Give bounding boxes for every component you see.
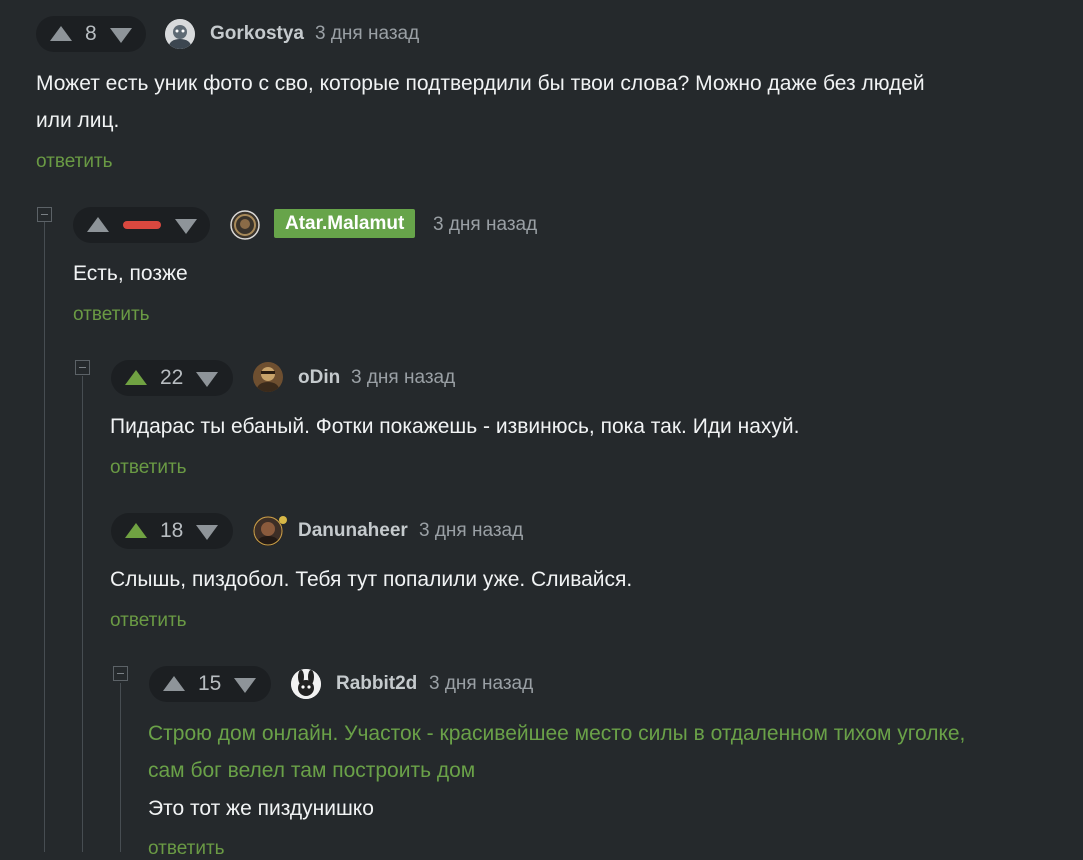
downvote-icon[interactable] xyxy=(234,678,257,693)
quoted-text: Строю дом онлайн. Участок - красивейшее … xyxy=(148,715,1078,789)
timestamp: 3 дня назад xyxy=(433,214,538,235)
reply-link[interactable]: ответить xyxy=(73,304,150,326)
reply-link[interactable]: ответить xyxy=(110,610,187,632)
collapse-thread-button[interactable] xyxy=(113,666,128,681)
comment-text: Пидарас ты ебаный. Фотки покажешь - изви… xyxy=(110,415,800,438)
collapse-thread-button[interactable] xyxy=(37,207,52,222)
vote-widget: 22 xyxy=(111,360,233,396)
comment-text: Может есть уник фото с сво, которые подт… xyxy=(36,65,1036,139)
upvote-icon[interactable] xyxy=(163,675,185,691)
comment-text: Есть, позже xyxy=(73,262,188,285)
avatar[interactable] xyxy=(253,362,283,392)
thread-line xyxy=(120,683,121,852)
username[interactable]: Gorkostya xyxy=(210,23,304,45)
reply-link[interactable]: ответить xyxy=(148,838,225,860)
comment-text: Слышь, пиздобол. Тебя тут попалили уже. … xyxy=(110,568,633,591)
score: 22 xyxy=(160,366,184,389)
downvote-icon[interactable] xyxy=(109,28,132,43)
upvote-icon[interactable] xyxy=(125,369,147,385)
downvote-icon[interactable] xyxy=(196,372,219,387)
negative-rating-indicator xyxy=(123,221,161,229)
online-status-dot xyxy=(279,516,287,524)
avatar[interactable] xyxy=(230,210,260,240)
quoted-text-line: сам бог велел там построить дом xyxy=(148,759,476,782)
collapse-thread-button[interactable] xyxy=(75,360,90,375)
downvote-icon[interactable] xyxy=(175,219,197,234)
timestamp: 3 дня назад xyxy=(419,520,524,541)
timestamp: 3 дня назад xyxy=(429,673,534,694)
timestamp: 3 дня назад xyxy=(351,367,456,388)
comment-text: Это тот же пиздунишко xyxy=(148,797,374,820)
thread-line xyxy=(82,376,83,852)
score: 8 xyxy=(85,22,97,45)
vote-widget: 15 xyxy=(149,666,271,702)
thread-line xyxy=(44,222,45,852)
downvote-icon[interactable] xyxy=(196,525,219,540)
avatar[interactable] xyxy=(165,19,195,49)
username[interactable]: Atar.Malamut xyxy=(274,209,416,238)
score: 18 xyxy=(160,519,184,542)
vote-widget: 18 xyxy=(111,513,233,549)
vote-widget: 8 xyxy=(36,16,146,52)
reply-link[interactable]: ответить xyxy=(110,457,187,479)
vote-widget xyxy=(73,207,210,243)
score: 15 xyxy=(198,672,222,695)
username[interactable]: Danunaheer xyxy=(298,520,408,542)
upvote-icon[interactable] xyxy=(50,25,72,41)
reply-link[interactable]: ответить xyxy=(36,151,113,173)
comment-text-line: или лиц. xyxy=(36,109,120,132)
quoted-text-line: Строю дом онлайн. Участок - красивейшее … xyxy=(148,722,966,745)
upvote-icon[interactable] xyxy=(125,522,147,538)
username[interactable]: Rabbit2d xyxy=(336,673,417,695)
avatar[interactable] xyxy=(291,669,321,699)
comment-text-line: Может есть уник фото с сво, которые подт… xyxy=(36,72,925,95)
upvote-icon[interactable] xyxy=(87,216,109,232)
timestamp: 3 дня назад xyxy=(315,23,420,44)
username[interactable]: oDin xyxy=(298,367,340,389)
